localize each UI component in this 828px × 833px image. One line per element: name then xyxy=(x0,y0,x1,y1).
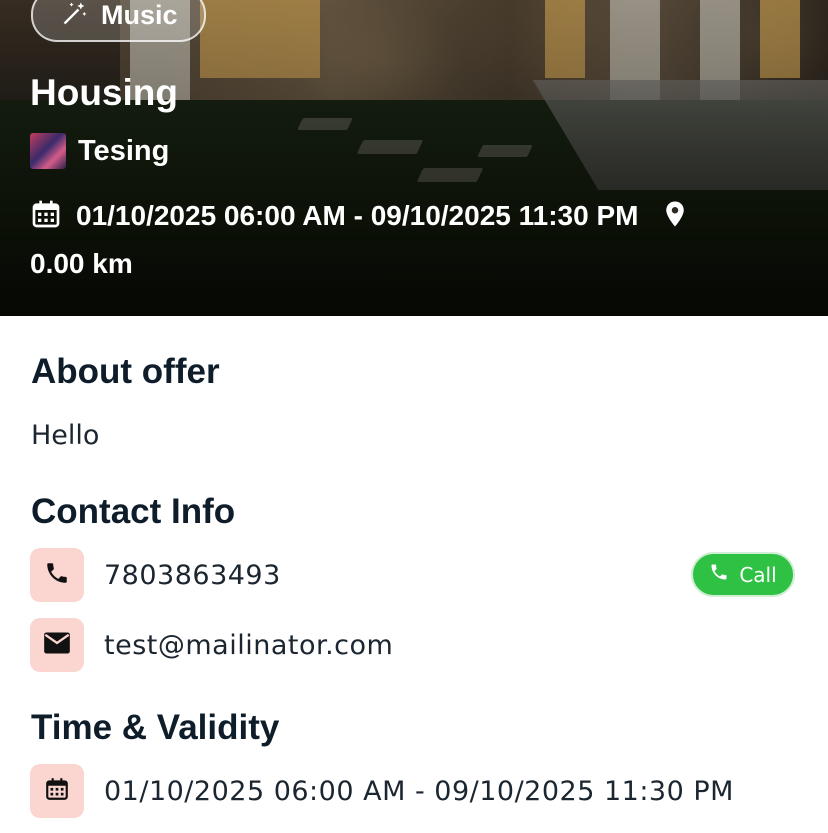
call-button-label: Call xyxy=(739,562,777,587)
calendar-icon xyxy=(44,776,70,806)
category-chip-label: Music xyxy=(101,0,178,30)
organizer[interactable]: Tesing xyxy=(30,133,169,169)
magic-wand-icon xyxy=(61,0,89,32)
hero-meta: 01/10/2025 06:00 AM - 09/10/2025 11:30 P… xyxy=(30,194,810,285)
category-chip[interactable]: Music xyxy=(31,0,206,42)
validity-row: 01/10/2025 06:00 AM - 09/10/2025 11:30 P… xyxy=(30,764,800,818)
phone-icon xyxy=(44,560,70,590)
email-address[interactable]: test@mailinator.com xyxy=(104,630,393,661)
contact-heading: Contact Info xyxy=(31,492,236,531)
hero-banner: Music Housing Tesing 01/10/2025 06:00 AM… xyxy=(0,0,828,316)
mail-icon xyxy=(43,631,71,659)
offer-title: Housing xyxy=(30,72,178,113)
distance: 0.00 km xyxy=(30,248,133,279)
call-button[interactable]: Call xyxy=(691,552,795,597)
email-row: test@mailinator.com xyxy=(30,618,800,672)
calendar-icon-box xyxy=(30,764,84,818)
about-text: Hello xyxy=(31,420,100,451)
about-heading: About offer xyxy=(31,352,220,391)
phone-number[interactable]: 7803863493 xyxy=(104,560,281,591)
calendar-icon xyxy=(30,198,62,242)
location-pin-icon xyxy=(660,198,690,242)
organizer-avatar xyxy=(30,133,66,169)
phone-icon xyxy=(709,562,729,587)
validity-datetime: 01/10/2025 06:00 AM - 09/10/2025 11:30 P… xyxy=(104,775,734,807)
validity-heading: Time & Validity xyxy=(31,708,280,747)
mail-icon-box xyxy=(30,618,84,672)
phone-icon-box xyxy=(30,548,84,602)
hero-datetime: 01/10/2025 06:00 AM - 09/10/2025 11:30 P… xyxy=(76,200,639,231)
phone-row: 7803863493 xyxy=(30,548,800,602)
organizer-name: Tesing xyxy=(78,134,170,167)
